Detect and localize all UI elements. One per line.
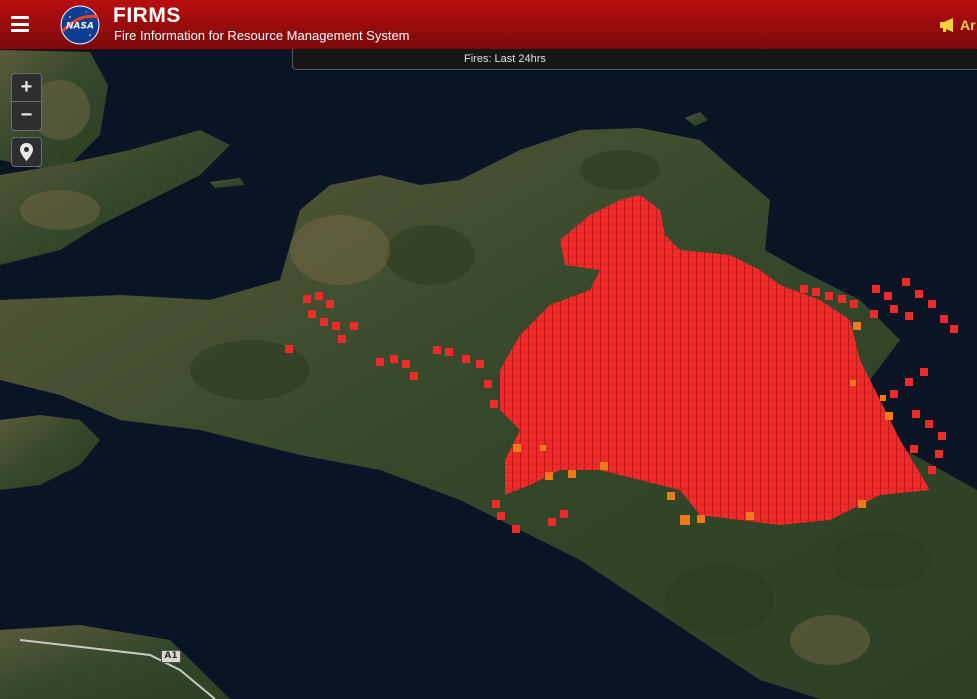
app-title: FIRMS	[113, 4, 181, 27]
zoom-in-button[interactable]: +	[12, 74, 41, 101]
app-header: NASA FIRMS Fire Information for Resource…	[0, 0, 977, 50]
zoom-control: + −	[11, 73, 42, 131]
announcement-label: Ar	[960, 17, 976, 33]
fires-time-tab[interactable]: Fires: Last 24hrs	[292, 49, 977, 70]
app-subtitle: Fire Information for Resource Management…	[114, 28, 410, 43]
location-button[interactable]	[11, 137, 42, 167]
nasa-logo-icon[interactable]: NASA	[60, 5, 100, 45]
map-canvas[interactable]	[0, 0, 977, 699]
road-label-a1: A1	[161, 650, 181, 663]
hamburger-menu-icon[interactable]	[11, 16, 29, 32]
announcement-button[interactable]: Ar	[939, 15, 977, 35]
megaphone-icon	[940, 18, 953, 32]
zoom-out-button[interactable]: −	[12, 101, 41, 129]
map-pin-icon	[20, 143, 33, 161]
fires-time-label: Fires: Last 24hrs	[464, 53, 546, 65]
nasa-logo-text: NASA	[66, 22, 94, 32]
